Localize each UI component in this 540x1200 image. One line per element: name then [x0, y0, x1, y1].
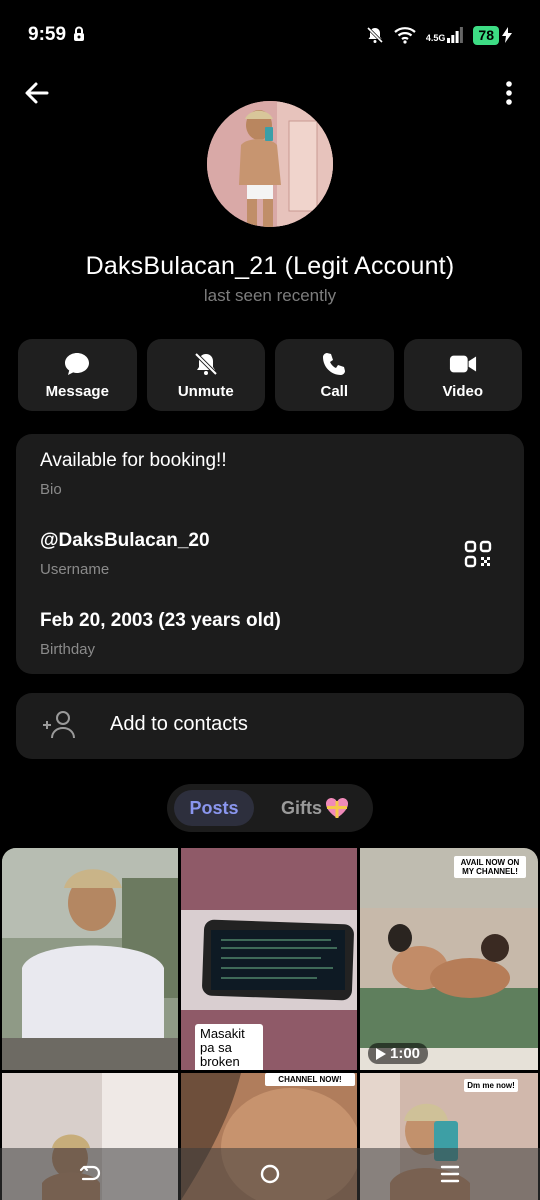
- bell-off-icon: [192, 351, 220, 377]
- video-label: Video: [442, 382, 484, 400]
- post-overlay-text: AVAIL NOW ON MY CHANNEL!: [454, 856, 526, 878]
- post-caption: Masakit pa sa broken hearted: [195, 1024, 263, 1070]
- network-type: 4.5G: [425, 33, 446, 43]
- lock-icon: [74, 26, 84, 41]
- video-duration: 1:00: [390, 1045, 421, 1062]
- phone-icon: [320, 351, 348, 377]
- heart-gift-icon: [325, 797, 349, 818]
- qr-code-icon[interactable]: [464, 540, 492, 568]
- more-options-icon[interactable]: [500, 78, 518, 108]
- add-person-icon: [43, 711, 75, 739]
- status-time: 9:59: [28, 24, 67, 45]
- video-duration-badge: 1:00: [368, 1043, 429, 1064]
- profile-name: DaksBulacan_21 (Legit Account): [85, 252, 455, 280]
- battery-level: 78: [473, 25, 499, 45]
- status-icons: 4.5G 78: [366, 23, 512, 47]
- call-button[interactable]: Call: [275, 339, 394, 411]
- call-label: Call: [320, 382, 348, 400]
- video-camera-icon: [449, 351, 477, 377]
- post-tile[interactable]: AVAIL NOW ON MY CHANNEL! 1:00: [360, 848, 538, 1070]
- username-label: Username: [40, 561, 110, 578]
- play-icon: [376, 1047, 386, 1060]
- add-contact-label: Add to contacts: [110, 713, 248, 735]
- home-nav-icon[interactable]: [250, 1154, 290, 1194]
- last-seen-status: last seen recently: [203, 286, 337, 305]
- wifi-icon: [394, 27, 416, 44]
- post-tile[interactable]: [2, 848, 178, 1070]
- post-overlay-text: Dm me now!: [464, 1079, 518, 1092]
- video-button[interactable]: Video: [403, 339, 522, 411]
- notifications-off-icon: [366, 26, 383, 44]
- signal-indicator: 4.5G: [426, 27, 464, 43]
- post-overlay-text: CHANNEL NOW!: [265, 1073, 355, 1086]
- profile-avatar[interactable]: [207, 101, 333, 227]
- username-text: @DaksBulacan_20: [40, 530, 210, 551]
- tab-posts[interactable]: Posts: [174, 790, 254, 826]
- unmute-label: Unmute: [177, 382, 234, 400]
- back-arrow-icon[interactable]: [22, 78, 52, 108]
- birthday-label: Birthday: [40, 641, 96, 658]
- tab-gifts-label: Gifts: [281, 798, 323, 818]
- profile-info-card: Available for booking!! Bio @DaksBulacan…: [16, 434, 524, 674]
- bio-text: Available for booking!!: [40, 450, 227, 471]
- username-row[interactable]: @DaksBulacan_20 Username: [40, 530, 210, 578]
- message-label: Message: [45, 382, 109, 400]
- chat-bubble-icon: [63, 351, 91, 377]
- post-image: [2, 848, 178, 1070]
- bio-row[interactable]: Available for booking!! Bio: [40, 450, 227, 498]
- unmute-button[interactable]: Unmute: [146, 339, 265, 411]
- add-to-contacts-button[interactable]: Add to contacts: [16, 693, 524, 759]
- action-buttons: Message Unmute Call Video: [18, 339, 522, 411]
- post-image: [360, 848, 538, 1070]
- charging-icon: [502, 27, 512, 43]
- system-nav-bar: [0, 1148, 540, 1200]
- tab-gifts[interactable]: Gifts: [281, 790, 349, 826]
- birthday-text: Feb 20, 2003 (23 years old): [40, 610, 281, 631]
- birthday-row[interactable]: Feb 20, 2003 (23 years old) Birthday: [40, 610, 281, 658]
- back-nav-icon[interactable]: [70, 1154, 110, 1194]
- status-bar: 9:59 4.5G 78: [0, 0, 540, 70]
- signal-icon: [447, 27, 464, 43]
- post-tile[interactable]: Masakit pa sa broken hearted: [181, 848, 357, 1070]
- media-tabs: Posts Gifts: [167, 784, 373, 832]
- recents-nav-icon[interactable]: [430, 1154, 470, 1194]
- avatar-photo: [207, 101, 333, 227]
- profile-screen: 9:59 4.5G 78 DaksBulacan_21 (Legit Accou…: [0, 0, 540, 1200]
- message-button[interactable]: Message: [18, 339, 137, 411]
- bio-label: Bio: [40, 481, 62, 498]
- battery-indicator: 78: [473, 25, 512, 45]
